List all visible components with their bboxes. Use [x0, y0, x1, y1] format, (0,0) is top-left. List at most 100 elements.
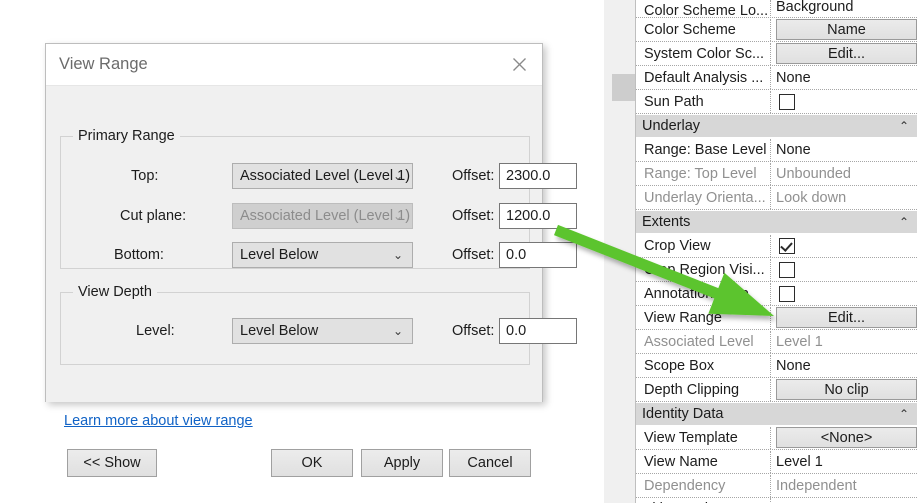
section-title: Extents — [642, 214, 691, 230]
property-value-cell[interactable]: Unbounded — [771, 162, 917, 186]
property-value-cell[interactable]: Edit... — [771, 42, 917, 66]
dialog-titlebar[interactable]: View Range — [46, 44, 542, 86]
field-label: Top: — [131, 168, 159, 184]
property-name: Color Scheme Lo... — [636, 0, 771, 18]
learn-more-link[interactable]: Learn more about view range — [64, 413, 253, 429]
property-section-header[interactable]: Underlay ⌃ — [636, 114, 917, 138]
section-title: Underlay — [642, 118, 701, 134]
screen: Color Scheme Lo... Background Color Scheme… — [0, 0, 917, 503]
property-value-cell[interactable]: Name — [771, 18, 917, 42]
property-value-text: Unbounded — [776, 165, 851, 182]
property-name: Annotation Crop — [636, 282, 771, 305]
property-value-cell[interactable]: None — [771, 66, 917, 90]
property-row[interactable]: Title on Sheet — [636, 498, 917, 503]
property-name: Color Scheme — [636, 18, 771, 41]
property-row[interactable]: Underlay Orienta... Look down — [636, 186, 917, 210]
chevron-up-icon[interactable]: ⌃ — [899, 405, 909, 423]
chevron-up-icon[interactable]: ⌃ — [899, 117, 909, 135]
cancel-button[interactable]: Cancel — [449, 449, 531, 477]
property-value-cell[interactable] — [771, 498, 917, 503]
apply-button[interactable]: Apply — [361, 449, 443, 477]
property-name: Title on Sheet — [636, 498, 771, 503]
property-value-text: Background — [776, 0, 854, 15]
property-value-cell[interactable] — [771, 258, 917, 282]
property-value-cell[interactable]: None — [771, 354, 917, 378]
property-row[interactable]: Dependency Independent — [636, 474, 917, 498]
property-value-cell[interactable]: None — [771, 138, 917, 162]
property-value-cell[interactable] — [771, 234, 917, 258]
property-row[interactable]: Crop Region Visi... — [636, 258, 917, 282]
primary-range-label: Primary Range — [73, 128, 180, 144]
property-row[interactable]: Depth Clipping No clip — [636, 378, 917, 402]
property-value-text: Level 1 — [776, 333, 823, 350]
view-range-dialog: View Range Primary Range View Depth Top:… — [45, 43, 577, 477]
property-name: Depth Clipping — [636, 378, 771, 401]
checkbox-unchecked[interactable] — [779, 93, 795, 110]
property-row[interactable]: Range: Base Level None — [636, 138, 917, 162]
property-row[interactable]: View Template <None> — [636, 426, 917, 450]
level-dropdown[interactable]: Associated Level (Level 1) ⌄ — [232, 163, 413, 189]
show-button[interactable]: << Show — [67, 449, 157, 477]
property-row[interactable]: View Name Level 1 — [636, 450, 917, 474]
property-value-button[interactable]: Edit... — [776, 307, 917, 328]
dialog-field-row: Cut plane: Associated Level (Level 1) ⌄ Off… — [46, 203, 577, 229]
offset-input[interactable]: 1200.0 — [499, 203, 577, 229]
checkbox-checked[interactable] — [779, 237, 795, 254]
offset-label: Offset: — [452, 208, 495, 224]
property-value-button[interactable]: <None> — [776, 427, 917, 448]
property-section-header[interactable]: Extents ⌃ — [636, 210, 917, 234]
offset-input[interactable]: 0.0 — [499, 318, 577, 344]
property-value-button[interactable]: No clip — [776, 379, 917, 400]
property-section-header[interactable]: Identity Data ⌃ — [636, 402, 917, 426]
checkbox-unchecked[interactable] — [779, 285, 795, 302]
property-row[interactable]: Color Scheme Lo... Background — [636, 0, 917, 18]
chevron-up-icon[interactable]: ⌃ — [899, 213, 909, 231]
property-name: Sun Path — [636, 90, 771, 113]
chevron-down-icon: ⌄ — [392, 209, 403, 223]
property-name: Crop Region Visi... — [636, 258, 771, 281]
property-value-cell[interactable]: Independent — [771, 474, 917, 498]
view-depth-label: View Depth — [73, 284, 157, 300]
property-name: Range: Base Level — [636, 138, 771, 161]
property-value-cell[interactable] — [771, 282, 917, 306]
property-row[interactable]: Scope Box None — [636, 354, 917, 378]
chevron-down-icon: ⌄ — [392, 324, 403, 338]
offset-input[interactable]: 0.0 — [499, 242, 577, 268]
property-row[interactable]: Sun Path — [636, 90, 917, 114]
properties-grid: Color Scheme Lo... Background Color Scheme… — [635, 0, 917, 503]
property-row[interactable]: View Range Edit... — [636, 306, 917, 330]
property-row[interactable]: Annotation Crop — [636, 282, 917, 306]
offset-input[interactable]: 2300.0 — [499, 163, 577, 189]
ok-button[interactable]: OK — [271, 449, 353, 477]
property-value-cell[interactable]: Level 1 — [771, 330, 917, 354]
dropdown-value: Level Below — [240, 323, 319, 339]
property-name: Scope Box — [636, 354, 771, 377]
property-value-cell[interactable]: Edit... — [771, 306, 917, 330]
property-row[interactable]: Associated Level Level 1 — [636, 330, 917, 354]
property-row[interactable]: Color Scheme Name — [636, 18, 917, 42]
property-value-text: None — [776, 69, 811, 86]
dialog-field-row: Top: Associated Level (Level 1) ⌄ Offset: 23… — [46, 163, 577, 189]
property-value-button[interactable]: Name — [776, 19, 917, 40]
dropdown-value: Level Below — [240, 247, 319, 263]
dialog-title: View Range — [59, 55, 148, 73]
property-value-cell[interactable] — [771, 90, 917, 114]
property-row[interactable]: Default Analysis ... None — [636, 66, 917, 90]
level-dropdown: Associated Level (Level 1) ⌄ — [232, 203, 413, 229]
property-value-cell[interactable]: Level 1 — [771, 450, 917, 474]
level-dropdown[interactable]: Level Below ⌄ — [232, 242, 413, 268]
property-row[interactable]: Crop View — [636, 234, 917, 258]
properties-scrollbar[interactable] — [608, 0, 638, 503]
property-value-cell[interactable]: Background — [771, 0, 917, 18]
level-dropdown[interactable]: Level Below ⌄ — [232, 318, 413, 344]
close-icon[interactable] — [502, 49, 536, 79]
property-value-button[interactable]: Edit... — [776, 43, 917, 64]
property-row[interactable]: Range: Top Level Unbounded — [636, 162, 917, 186]
property-row[interactable]: System Color Sc... Edit... — [636, 42, 917, 66]
field-label: Level: — [136, 323, 175, 339]
property-value-cell[interactable]: Look down — [771, 186, 917, 210]
property-value-cell[interactable]: <None> — [771, 426, 917, 450]
checkbox-unchecked[interactable] — [779, 261, 795, 278]
property-value-cell[interactable]: No clip — [771, 378, 917, 402]
chevron-down-icon: ⌄ — [392, 169, 403, 183]
